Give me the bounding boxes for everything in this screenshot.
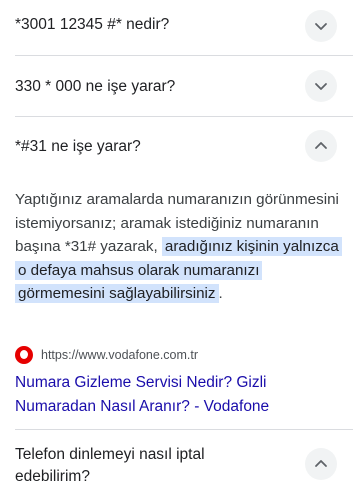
expand-button-1[interactable] <box>305 10 337 42</box>
faq-answer: Yaptığınız aramalarda numaranızın görünm… <box>15 188 345 306</box>
faq-question-3: *#31 ne işe yarar? <box>15 138 141 155</box>
faq-item-2[interactable]: 330 * 000 ne işe yarar? <box>0 56 353 116</box>
faq-item-1[interactable]: *3001 12345 #* nedir? <box>0 0 353 55</box>
faq-question-1: *3001 12345 #* nedir? <box>15 16 170 33</box>
chevron-up-icon <box>315 142 327 149</box>
vodafone-logo-icon <box>15 346 33 364</box>
faq-question-2: 330 * 000 ne işe yarar? <box>15 78 176 95</box>
source-url[interactable]: https://www.vodafone.com.tr <box>41 348 198 362</box>
chevron-down-icon <box>315 23 327 30</box>
source-title-link[interactable]: Numara Gizleme Servisi Nedir? Gizli Numa… <box>15 371 335 419</box>
expand-button-2[interactable] <box>305 70 337 102</box>
faq-item-3[interactable]: *#31 ne işe yarar? <box>0 117 353 175</box>
chevron-down-icon <box>315 83 327 90</box>
collapse-button-3[interactable] <box>305 130 337 162</box>
expand-button-4[interactable] <box>305 448 337 480</box>
source-attribution[interactable]: https://www.vodafone.com.tr <box>15 346 198 364</box>
answer-end: . <box>218 285 223 302</box>
faq-question-4: Telefon dinlemeyi nasıl iptal edebilirim… <box>15 446 205 485</box>
divider <box>15 429 353 430</box>
chevron-up-icon <box>315 460 327 467</box>
